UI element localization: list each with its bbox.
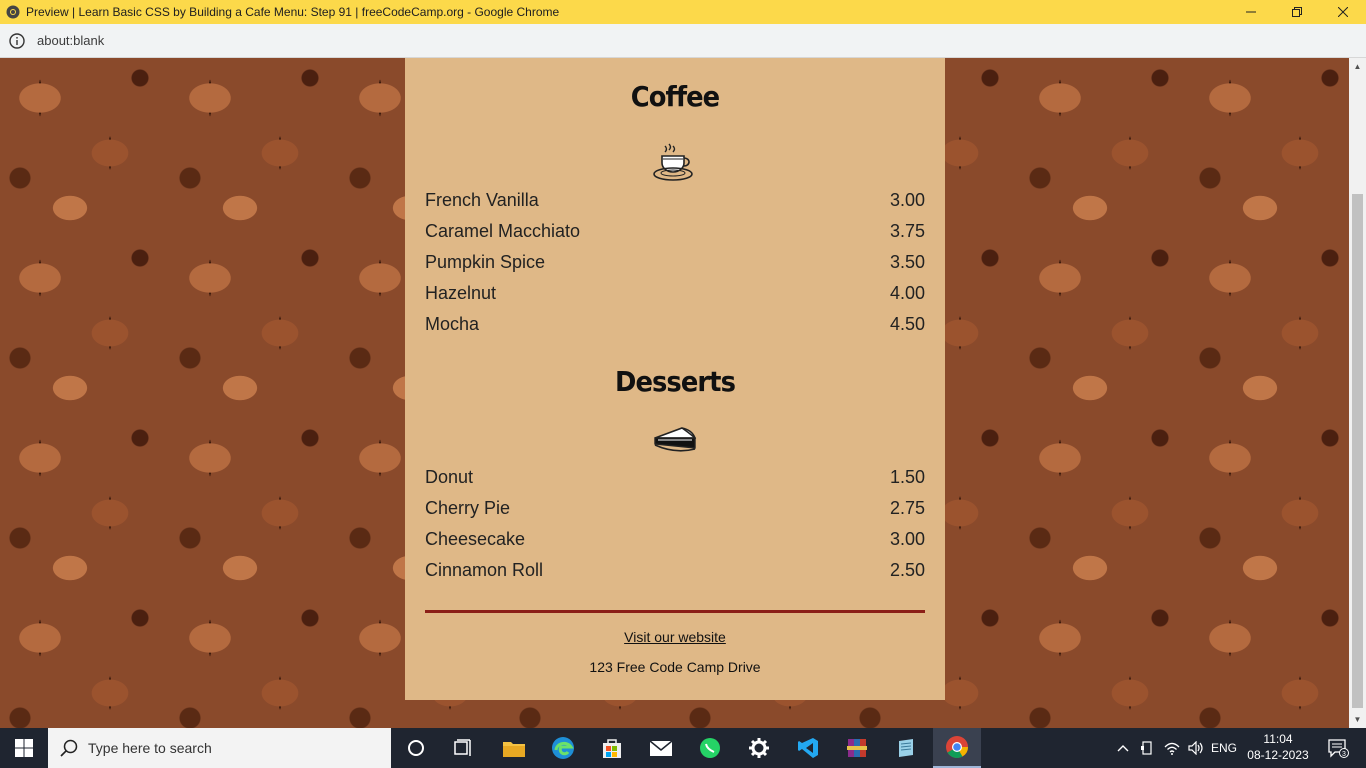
task-view-icon [454,739,471,756]
speaker-icon [1188,741,1203,755]
minimize-icon [1246,11,1256,13]
scroll-down-icon[interactable]: ▼ [1349,711,1366,728]
clock-date: 08-12-2023 [1247,748,1309,762]
section-title-desserts: Desserts [614,365,736,398]
winrar-button[interactable] [833,728,881,768]
scroll-up-icon[interactable]: ▲ [1349,58,1366,75]
mail-button[interactable] [637,728,685,768]
item-name: Donut [425,466,474,487]
menu-item: French Vanilla 3.00 [425,188,925,212]
item-price: 2.50 [889,559,925,580]
item-price: 3.00 [889,528,925,549]
chrome-logo-icon [946,736,968,758]
item-name: Cinnamon Roll [425,559,544,580]
show-hidden-icons-button[interactable] [1112,728,1134,768]
page-scrollbar[interactable]: ▲ ▼ [1349,58,1366,728]
item-price: 3.00 [889,189,925,210]
windows-logo-icon [15,739,33,757]
store-icon [603,739,621,758]
device-icon [1141,741,1152,755]
cafe-menu: Coffee French Vanilla 3.00 Caramel Macch… [405,58,945,700]
close-icon [1338,7,1348,17]
device-tray-button[interactable] [1136,728,1158,768]
mail-icon [649,740,673,756]
action-center-button[interactable]: 3 [1318,728,1358,768]
taskbar-search-box[interactable]: Type here to search [48,728,391,768]
input-language-button[interactable]: ENG [1208,728,1240,768]
notepad-button[interactable] [882,728,930,768]
item-name: Pumpkin Spice [425,251,546,272]
task-view-button[interactable] [440,728,488,768]
site-info-icon[interactable] [9,32,25,49]
item-name: Caramel Macchiato [425,220,581,241]
menu-item: Cherry Pie 2.75 [425,496,925,520]
file-explorer-button[interactable] [490,728,538,768]
section-title-coffee: Coffee [630,80,720,113]
item-name: Cherry Pie [425,497,511,518]
item-name: Cheesecake [425,528,526,549]
network-button[interactable] [1160,728,1184,768]
close-button[interactable] [1320,0,1366,24]
microsoft-store-button[interactable] [588,728,636,768]
windows-taskbar: Type here to search ENG 11:04 08-12-2023… [0,728,1366,768]
menu-item: Caramel Macchiato 3.75 [425,219,925,243]
item-price: 1.50 [889,466,925,487]
edge-button[interactable] [539,728,587,768]
item-price: 4.00 [889,282,925,303]
search-placeholder: Type here to search [88,740,212,756]
item-name: French Vanilla [425,189,539,210]
menu-item: Mocha 4.50 [425,312,925,336]
folder-icon [503,742,525,757]
item-name: Hazelnut [425,282,497,303]
menu-item: Hazelnut 4.00 [425,281,925,305]
cafe-address: 123 Free Code Camp Drive [589,659,761,675]
item-price: 4.50 [889,313,925,334]
menu-item: Donut 1.50 [425,465,925,489]
vscode-icon [798,738,818,758]
notification-icon: 3 [1328,739,1349,758]
item-price: 3.75 [889,220,925,241]
footer-divider [425,610,925,613]
window-title: Preview | Learn Basic CSS by Building a … [26,5,560,19]
menu-item: Cheesecake 3.00 [425,527,925,551]
wifi-icon [1164,742,1180,755]
cortana-icon [408,740,424,756]
edge-icon [552,737,574,759]
clock-time: 11:04 [1263,732,1293,746]
visit-website-link[interactable]: Visit our website [405,629,945,645]
taskbar-clock[interactable]: 11:04 08-12-2023 [1246,731,1310,763]
chrome-icon [6,5,20,19]
browser-title-bar: Preview | Learn Basic CSS by Building a … [0,0,1366,24]
item-name: Mocha [425,313,480,334]
address-text[interactable]: about:blank [37,33,104,48]
gear-icon [749,738,769,758]
restore-icon [1292,7,1302,17]
notification-count: 3 [1342,751,1346,758]
chrome-taskbar-button[interactable] [933,728,981,768]
whatsapp-icon [700,738,720,758]
coffee-cup-icon [405,140,945,184]
search-icon [60,739,78,757]
vscode-button[interactable] [784,728,832,768]
address-bar[interactable]: about:blank [0,24,1366,58]
menu-item: Cinnamon Roll 2.50 [425,558,925,582]
whatsapp-button[interactable] [686,728,734,768]
start-button[interactable] [0,728,48,768]
restore-button[interactable] [1274,0,1320,24]
settings-button[interactable] [735,728,783,768]
page-viewport: Coffee French Vanilla 3.00 Caramel Macch… [0,58,1349,728]
item-price: 3.50 [889,251,925,272]
volume-button[interactable] [1184,728,1208,768]
notepad-icon [899,739,913,757]
chevron-up-icon [1117,745,1129,752]
winrar-icon [847,739,867,757]
minimize-button[interactable] [1228,0,1274,24]
item-price: 2.75 [889,497,925,518]
scrollbar-thumb[interactable] [1352,194,1363,708]
cortana-button[interactable] [392,728,440,768]
pie-slice-icon [405,424,945,458]
menu-item: Pumpkin Spice 3.50 [425,250,925,274]
